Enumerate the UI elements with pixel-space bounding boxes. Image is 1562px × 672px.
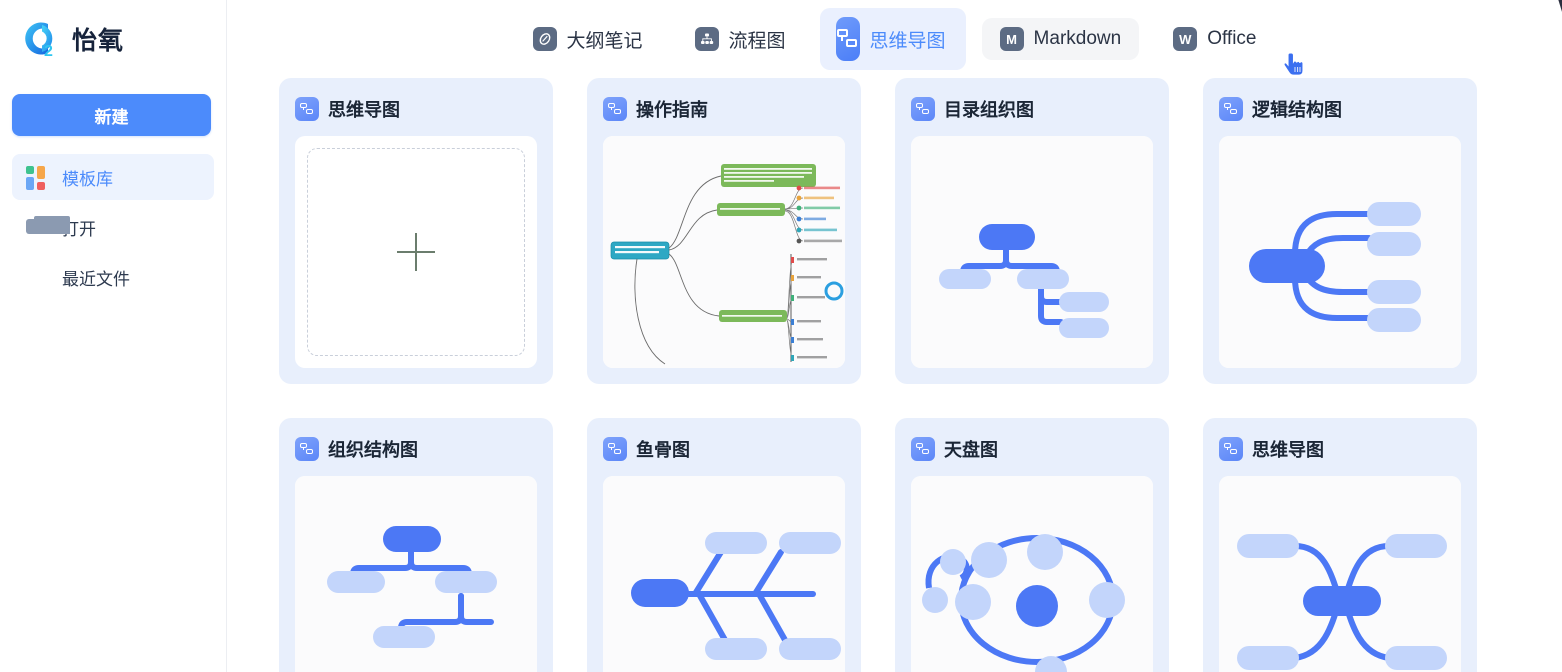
brand: 2 怡氧 xyxy=(0,0,226,62)
card-header: 思维导图 xyxy=(295,94,537,124)
card-header: 操作指南 xyxy=(603,94,845,124)
mindmap-icon xyxy=(603,437,627,461)
mindmap-icon xyxy=(295,437,319,461)
card-thumbnail[interactable] xyxy=(603,136,845,368)
window-corner-mark xyxy=(1544,0,1562,16)
sidebar-nav: 模板库 打开 最近文件 xyxy=(0,154,226,300)
tab-label: Office xyxy=(1207,28,1257,49)
outline-note-icon xyxy=(532,27,557,51)
sidebar-item-template-library[interactable]: 模板库 xyxy=(12,154,214,200)
tab-label: 流程图 xyxy=(728,30,786,52)
mindmap-icon xyxy=(911,97,935,121)
card-title: 目录组织图 xyxy=(944,100,1034,120)
tab-label: 思维导图 xyxy=(869,30,946,52)
card-title: 组织结构图 xyxy=(328,440,418,460)
card-thumbnail[interactable] xyxy=(295,136,537,368)
brand-name: 怡氧 xyxy=(72,27,125,55)
app-root: 2 怡氧 新建 模板库 打开 最近文件 大纲笔记 流程图 思维导图 M Mark… xyxy=(0,0,1562,672)
topbar: 大纲笔记 流程图 思维导图 M Markdown W Office xyxy=(227,0,1562,78)
sidebar-item-recent-files[interactable]: 最近文件 xyxy=(12,254,214,300)
card-header: 目录组织图 xyxy=(911,94,1153,124)
template-card-sky-disc[interactable]: 天盘图 xyxy=(895,418,1169,672)
card-thumbnail[interactable] xyxy=(295,476,537,672)
template-card-fishbone[interactable]: 鱼骨图 xyxy=(587,418,861,672)
template-library-icon xyxy=(26,166,48,190)
template-card-mindmap-2[interactable]: 思维导图 xyxy=(1203,418,1477,672)
card-header: 鱼骨图 xyxy=(603,434,845,464)
tab-mindmap[interactable]: 思维导图 xyxy=(819,8,966,70)
mindmap-icon xyxy=(603,97,627,121)
card-header: 组织结构图 xyxy=(295,434,537,464)
card-thumbnail[interactable] xyxy=(911,136,1153,368)
tab-label: 大纲笔记 xyxy=(566,30,643,52)
main-content: 大纲笔记 流程图 思维导图 M Markdown W Office 思维导图 操… xyxy=(227,0,1562,672)
tab-label: Markdown xyxy=(1033,28,1122,49)
markdown-icon: M xyxy=(999,27,1024,51)
card-title: 鱼骨图 xyxy=(636,440,690,460)
plus-icon xyxy=(397,233,435,271)
sidebar-item-label: 最近文件 xyxy=(62,269,130,289)
template-card-guide[interactable]: 操作指南 xyxy=(587,78,861,384)
new-file-dropzone[interactable] xyxy=(307,148,525,356)
tab-outline-note[interactable]: 大纲笔记 xyxy=(515,17,661,62)
card-thumbnail[interactable] xyxy=(603,476,845,672)
template-card-catalog-org[interactable]: 目录组织图 xyxy=(895,78,1169,384)
mindmap-icon xyxy=(295,97,319,121)
tab-flowchart[interactable]: 流程图 xyxy=(677,17,804,62)
mindmap-icon xyxy=(911,437,935,461)
template-card-logic-structure[interactable]: 逻辑结构图 xyxy=(1203,78,1477,384)
card-title: 操作指南 xyxy=(636,100,708,120)
mindmap-icon xyxy=(1219,97,1243,121)
office-icon: W xyxy=(1173,27,1198,51)
template-card-mindmap-new[interactable]: 思维导图 xyxy=(279,78,553,384)
card-header: 逻辑结构图 xyxy=(1219,94,1461,124)
tab-markdown[interactable]: M Markdown xyxy=(981,18,1140,60)
card-title: 逻辑结构图 xyxy=(1252,100,1342,120)
card-thumbnail[interactable] xyxy=(911,476,1153,672)
mindmap-icon xyxy=(1219,437,1243,461)
sidebar-item-label: 模板库 xyxy=(62,169,113,189)
mindmap-icon xyxy=(835,17,860,61)
card-title: 思维导图 xyxy=(1252,440,1324,460)
sidebar-item-open[interactable]: 打开 xyxy=(12,204,214,250)
o2-logo-icon: 2 xyxy=(18,17,62,61)
tab-bar: 大纲笔记 流程图 思维导图 M Markdown W Office xyxy=(507,8,1283,70)
recent-file-icon xyxy=(26,266,48,288)
card-title: 天盘图 xyxy=(944,440,998,460)
card-title: 思维导图 xyxy=(328,100,400,120)
folder-icon xyxy=(26,216,70,238)
sidebar: 2 怡氧 新建 模板库 打开 最近文件 xyxy=(0,0,227,672)
card-thumbnail[interactable] xyxy=(1219,136,1461,368)
new-button[interactable]: 新建 xyxy=(12,94,211,136)
template-grid: 思维导图 操作指南 目录组织图 逻辑结构图 组织结构图 鱼骨图 天盘图 思维导图 xyxy=(227,78,1562,672)
mouse-cursor xyxy=(1283,52,1309,82)
card-header: 天盘图 xyxy=(911,434,1153,464)
card-thumbnail[interactable] xyxy=(1219,476,1461,672)
svg-text:2: 2 xyxy=(44,43,53,60)
flowchart-icon xyxy=(694,27,719,51)
card-header: 思维导图 xyxy=(1219,434,1461,464)
tab-office[interactable]: W Office xyxy=(1155,18,1274,60)
template-card-org-structure[interactable]: 组织结构图 xyxy=(279,418,553,672)
